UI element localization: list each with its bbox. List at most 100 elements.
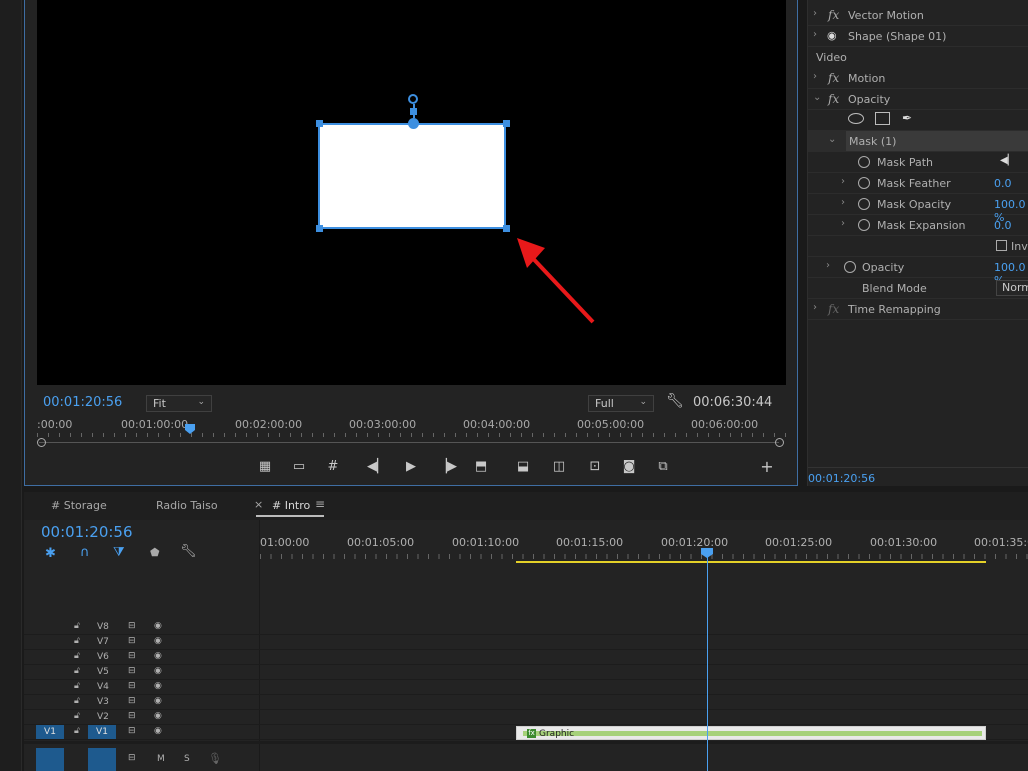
track-target-a1[interactable]: [88, 748, 116, 771]
step-back-icon[interactable]: ◀▏: [367, 458, 387, 476]
play-icon[interactable]: ▶: [401, 458, 421, 476]
sync-lock-icon[interactable]: ⊟: [128, 753, 136, 763]
fx-row-motion[interactable]: › fx Motion: [808, 68, 1028, 89]
chevron-down-icon[interactable]: ⌄: [813, 92, 821, 103]
fx-icon[interactable]: fx: [828, 71, 839, 85]
stopwatch-icon[interactable]: [858, 156, 870, 168]
stopwatch-icon[interactable]: [858, 177, 870, 189]
stopwatch-icon[interactable]: [844, 261, 856, 273]
fx-row-inverted[interactable]: Inverted: [808, 236, 1028, 257]
fx-row-vector-motion[interactable]: › fx Vector Motion: [808, 5, 1028, 26]
nest-sequence-icon[interactable]: ✱: [45, 546, 56, 561]
graphic-clip[interactable]: fx Graphic: [516, 726, 986, 740]
eye-icon[interactable]: ◉: [154, 696, 162, 706]
chevron-right-icon[interactable]: ›: [841, 218, 845, 229]
track-label[interactable]: V6: [97, 652, 109, 662]
add-icon[interactable]: +: [757, 458, 777, 476]
mask-feather-value[interactable]: 0.0: [994, 177, 1012, 190]
lock-icon[interactable]: 🔓︎: [74, 726, 80, 736]
source-patch-v1[interactable]: V1: [36, 725, 64, 739]
track-lane[interactable]: [260, 665, 1028, 680]
sync-lock-icon[interactable]: ⊟: [128, 636, 136, 646]
corner-handle-tr[interactable]: [503, 120, 510, 127]
lift-icon[interactable]: ⬒: [471, 458, 491, 476]
rotation-handle[interactable]: [408, 94, 418, 104]
rectangle-mask-icon[interactable]: [875, 112, 890, 125]
lock-icon[interactable]: 🔓︎: [74, 696, 80, 706]
fx-icon[interactable]: fx: [828, 8, 839, 22]
ellipse-mask-icon[interactable]: [848, 113, 864, 124]
track-backward-icon[interactable]: ◀▏: [1000, 155, 1015, 166]
resolution-dropdown[interactable]: Full ⌄: [588, 395, 654, 412]
fx-row-shape[interactable]: › ◉ Shape (Shape 01): [808, 26, 1028, 47]
anchor-point[interactable]: [408, 118, 419, 129]
fx-row-opacity[interactable]: ⌄ fx Opacity: [808, 89, 1028, 110]
chevron-right-icon[interactable]: ›: [813, 302, 817, 313]
work-area-bar[interactable]: [516, 561, 986, 563]
fx-row-blend-mode[interactable]: Blend Mode Normal: [808, 278, 1028, 299]
track-label[interactable]: V5: [97, 667, 109, 677]
sync-lock-icon[interactable]: ⊟: [128, 666, 136, 676]
eye-icon[interactable]: ◉: [154, 636, 162, 646]
add-marker-icon[interactable]: ⬟: [150, 546, 160, 559]
track-label[interactable]: V8: [97, 622, 109, 632]
timeline-ruler[interactable]: 01:00:00 00:01:05:00 00:01:10:00 00:01:1…: [260, 520, 1028, 564]
fx-footer-timecode[interactable]: 00:01:20:56: [808, 472, 875, 485]
pen-mask-icon[interactable]: ✒: [902, 111, 912, 125]
vr-icon[interactable]: ⊡: [585, 458, 605, 476]
compare-icon[interactable]: ◫: [549, 458, 569, 476]
sync-lock-icon[interactable]: ⊟: [128, 726, 136, 736]
safe-margins-icon[interactable]: ▭: [289, 458, 309, 476]
eye-icon[interactable]: ◉: [154, 621, 162, 631]
wrench-icon[interactable]: 🔧︎: [666, 393, 684, 409]
lock-icon[interactable]: 🔓︎: [74, 621, 80, 631]
lock-icon[interactable]: 🔓︎: [74, 711, 80, 721]
chevron-right-icon[interactable]: ›: [813, 29, 817, 40]
sync-lock-icon[interactable]: ⊟: [128, 681, 136, 691]
track-lane[interactable]: [260, 650, 1028, 665]
track-lane[interactable]: [260, 620, 1028, 635]
snap-magnet-icon[interactable]: ∩: [80, 545, 90, 560]
eye-icon[interactable]: ◉: [154, 711, 162, 721]
extract-icon[interactable]: ⬓: [513, 458, 533, 476]
camera-icon[interactable]: ◙: [619, 458, 639, 476]
track-lane[interactable]: [260, 695, 1028, 710]
track-label[interactable]: V4: [97, 682, 109, 692]
stopwatch-icon[interactable]: [858, 198, 870, 210]
tab-intro[interactable]: # Intro: [272, 499, 310, 512]
shape-rectangle[interactable]: [318, 123, 506, 229]
mute-button[interactable]: M: [157, 754, 165, 764]
sync-lock-icon[interactable]: ⊟: [128, 711, 136, 721]
tab-menu-icon[interactable]: ≡: [315, 497, 325, 511]
settings-wrench-icon[interactable]: 🔧︎: [180, 544, 197, 559]
eye-icon[interactable]: ◉: [154, 651, 162, 661]
track-target-v1[interactable]: V1: [88, 725, 116, 739]
fx-icon[interactable]: fx: [828, 92, 839, 106]
track-lane[interactable]: [260, 710, 1028, 725]
step-forward-icon[interactable]: ▕▶: [437, 458, 457, 476]
track-label[interactable]: V7: [97, 637, 109, 647]
chevron-right-icon[interactable]: ›: [813, 8, 817, 19]
zoom-handle-right[interactable]: [775, 438, 784, 447]
corner-handle-tl[interactable]: [316, 120, 323, 127]
chevron-down-icon[interactable]: ⌄: [828, 134, 836, 145]
current-timecode[interactable]: 00:01:20:56: [43, 395, 122, 410]
track-lane[interactable]: [260, 635, 1028, 650]
lock-icon[interactable]: 🔓︎: [74, 666, 80, 676]
tab-radio-taiso[interactable]: Radio Taiso: [156, 499, 218, 512]
fx-row-opacity-value[interactable]: › Opacity 100.0 %: [808, 257, 1028, 287]
track-label[interactable]: V2: [97, 712, 109, 722]
chevron-right-icon[interactable]: ›: [841, 176, 845, 187]
eye-icon[interactable]: ◉: [154, 726, 162, 736]
grid-icon[interactable]: #: [323, 458, 343, 476]
fx-row-mask-feather[interactable]: › Mask Feather 0.0: [808, 173, 1028, 194]
zoom-bar[interactable]: [39, 442, 779, 443]
microphone-icon[interactable]: 🎙︎: [208, 752, 222, 765]
eye-icon[interactable]: ◉: [154, 681, 162, 691]
blend-mode-dropdown[interactable]: Normal: [996, 280, 1028, 296]
fx-row-mask-expansion[interactable]: › Mask Expansion 0.0: [808, 215, 1028, 236]
linked-selection-icon[interactable]: ⧩: [113, 545, 125, 560]
eye-icon[interactable]: ◉: [154, 666, 162, 676]
zoom-handle-left[interactable]: [37, 438, 46, 447]
chevron-right-icon[interactable]: ›: [841, 197, 845, 208]
